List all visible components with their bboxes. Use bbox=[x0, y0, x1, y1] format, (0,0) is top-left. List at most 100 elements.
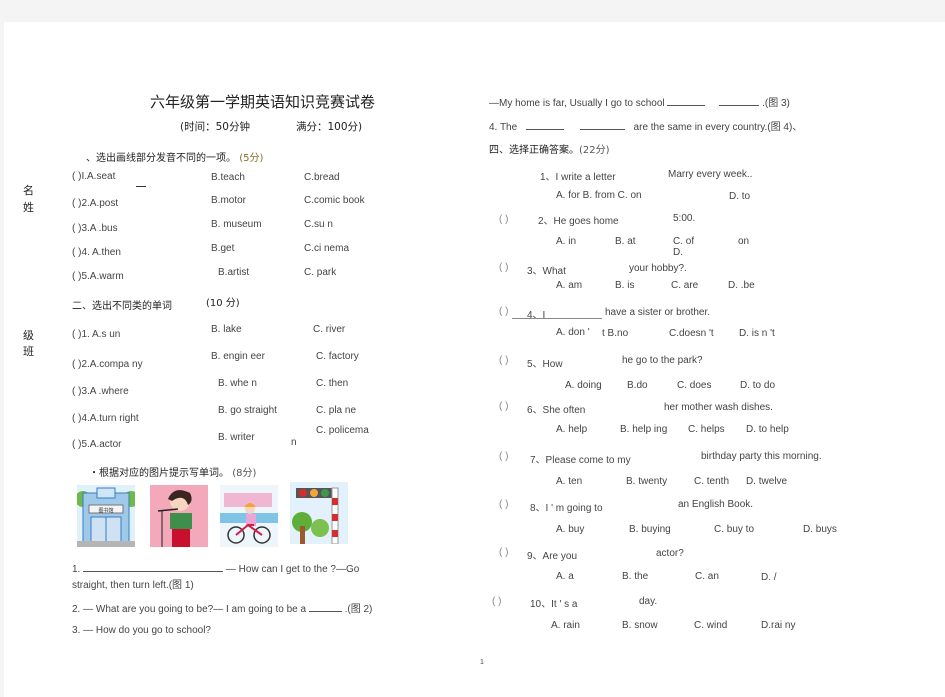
section1-points: (5分) bbox=[239, 153, 264, 164]
s4-q2-opt-d: D. bbox=[673, 247, 683, 258]
section3-header: ・根据对应的图片提示写单词。 (8分) bbox=[89, 464, 256, 479]
s4-q3-opt-a: A. am bbox=[556, 280, 583, 291]
s1-q4-c: C.ci nema bbox=[304, 243, 350, 254]
s1-q1-c: C.bread bbox=[304, 172, 340, 183]
s1-q1-b: B.teach bbox=[211, 172, 245, 183]
section3-title: ・根据对应的图片提示写单词。 bbox=[89, 468, 229, 479]
s4-q5-opt-b: B.do bbox=[627, 380, 648, 391]
s3-item1-num: 1. bbox=[72, 564, 81, 575]
s4-q4-cont: have a sister or brother. bbox=[605, 307, 711, 318]
s2-q1: ( )1. A.s un bbox=[72, 329, 121, 340]
s1-q2-c: C.comic book bbox=[304, 195, 365, 206]
picture-bike-rider bbox=[220, 485, 278, 547]
side-label-name-1: 名 bbox=[23, 184, 34, 197]
s4-q4-answer-paren[interactable]: ( ) bbox=[499, 306, 508, 317]
s4-q8-answer-paren[interactable]: ( ) bbox=[499, 499, 508, 510]
s4-q6-opt-b: B. help ing bbox=[620, 424, 668, 435]
s3-item4-blank-1[interactable] bbox=[525, 120, 564, 130]
s4-q3-opt-d: D. .be bbox=[728, 280, 755, 291]
s4-q7-opt-c: C. tenth bbox=[694, 476, 730, 487]
s3-item3-answer-line: —My home is far, Usually I go to school … bbox=[489, 94, 790, 109]
side-label-class-2: 班 bbox=[23, 345, 34, 358]
s4-q9-answer-paren[interactable]: ( ) bbox=[499, 547, 508, 558]
s2-q1-b: B. lake bbox=[211, 324, 242, 335]
s4-q2-answer-paren[interactable]: ( ) bbox=[499, 214, 508, 225]
s4-q7-answer-paren[interactable]: ( ) bbox=[499, 451, 508, 462]
s4-q5-opt-a: A. doing bbox=[565, 380, 602, 391]
s3-item3-num: 3. bbox=[72, 625, 81, 636]
s3-item2: 2. — What are you going to be?— I am goi… bbox=[72, 600, 372, 615]
s4-q3-cont: your hobby?. bbox=[629, 263, 687, 274]
s1-q3-b: B. museum bbox=[211, 219, 262, 230]
s4-q4-opt-d: D. is n 't bbox=[739, 328, 775, 339]
s4-q9: 9、Are you bbox=[527, 551, 578, 562]
s1-q5: ( )5.A.warm bbox=[72, 271, 124, 282]
s3-item4-blank-2[interactable] bbox=[580, 120, 626, 130]
s3-item4: 4. The are the same in every country.(图 … bbox=[489, 118, 802, 133]
section3-points: (8分) bbox=[232, 468, 257, 479]
s3-item3-blank-1[interactable] bbox=[667, 96, 706, 106]
s1-q3-c: C.su n bbox=[304, 219, 333, 230]
s4-q1-opt-d: D. to bbox=[729, 191, 751, 202]
s4-q6-answer-paren[interactable]: ( ) bbox=[499, 401, 508, 412]
s3-item2-blank[interactable] bbox=[308, 602, 342, 612]
s4-q2-opt-b: B. at bbox=[615, 236, 636, 247]
s4-q4-opt-b: t B.no bbox=[602, 328, 629, 339]
s4-q6-opt-a: A. help bbox=[556, 424, 588, 435]
s4-q10-cont: day. bbox=[639, 596, 658, 607]
s4-q8-opt-d: D. buys bbox=[803, 524, 837, 535]
s2-q4-b: B. go straight bbox=[218, 405, 277, 416]
s1-q1-underline bbox=[136, 186, 146, 187]
s4-q1: 1、I write a letter bbox=[540, 172, 616, 183]
s1-q5-b: B.artist bbox=[218, 267, 250, 278]
s4-q10-answer-paren[interactable]: ( ) bbox=[492, 596, 501, 607]
s4-q3: 3、What bbox=[527, 266, 566, 277]
s2-q5: ( )5.A.actor bbox=[72, 439, 122, 450]
s2-q5-c-extra: n bbox=[291, 437, 297, 448]
s4-q3-answer-paren[interactable]: ( ) bbox=[499, 262, 508, 273]
s3-item3-cont: —My home is far, Usually I go to school bbox=[489, 98, 665, 109]
s4-q4-opt-c: C.doesn 't bbox=[669, 328, 714, 339]
section4-title: 四、选择正确答案。 bbox=[489, 145, 579, 156]
s4-q10-opt-c: C. wind bbox=[694, 620, 728, 631]
s4-q2: 2、He goes home bbox=[538, 216, 619, 227]
s2-q1-c: C. river bbox=[313, 324, 346, 335]
side-label-class-1: 级 bbox=[23, 329, 34, 342]
s3-item1: 1. — How can I get to the ?—Go bbox=[72, 562, 359, 575]
s4-q2-cont: 5:00. bbox=[673, 213, 696, 224]
section2-points: (10 分) bbox=[206, 298, 240, 309]
s1-q1: ( )I.A.seat bbox=[72, 171, 116, 182]
s3-item4-num: 4. bbox=[489, 122, 498, 133]
s3-item4-text: The bbox=[499, 122, 518, 133]
s2-q2: ( )2.A.compa ny bbox=[72, 359, 143, 370]
s4-q4-blank[interactable] bbox=[512, 318, 602, 319]
s3-item1-text: — How can I get to the ?—Go bbox=[225, 564, 360, 575]
s4-q6-opt-d: D. to help bbox=[746, 424, 789, 435]
section2-title: 二、选出不同类的单词 bbox=[72, 301, 172, 312]
s4-q7-opt-b: B. twenty bbox=[626, 476, 668, 487]
s3-item3-blank-2[interactable] bbox=[719, 96, 760, 106]
s2-q2-b: B. engin eer bbox=[211, 351, 265, 362]
library-sign: 图书馆 bbox=[98, 507, 113, 514]
s3-item3-text: — How do you go to school? bbox=[83, 625, 211, 636]
s4-q3-opt-c: C. are bbox=[671, 280, 699, 291]
s4-q2-opt-d-text: on bbox=[738, 236, 750, 247]
s4-q9-opt-b: B. the bbox=[622, 571, 649, 582]
s3-item1-blank[interactable] bbox=[83, 562, 224, 572]
s4-q2-opt-a: A. in bbox=[556, 236, 577, 247]
s4-q8-cont: an English Book. bbox=[678, 499, 754, 510]
s1-q4-b: B.get bbox=[211, 243, 235, 254]
s1-q4: ( )4. A.then bbox=[72, 247, 121, 258]
page-number: 1 bbox=[480, 659, 484, 666]
exam-page: 六年级第一学期英语知识竞赛试卷 (时间：50分钟 满分：100分) 名 姓 级 … bbox=[4, 22, 945, 697]
exam-full-score: 满分：100分) bbox=[296, 121, 363, 133]
s4-q8: 8、I ' m going to bbox=[530, 503, 603, 514]
s3-item4-tail: are the same in every country.(图 4)、 bbox=[633, 122, 803, 133]
s4-q5-opt-c: C. does bbox=[677, 380, 712, 391]
s4-q10-opt-a: A. rain bbox=[551, 620, 580, 631]
s2-q5-c: C. policema bbox=[316, 425, 369, 436]
s2-q3-c: C. then bbox=[316, 378, 349, 389]
side-label-name-2: 姓 bbox=[23, 201, 34, 214]
s4-q10-opt-d: D.rai ny bbox=[761, 620, 796, 631]
s4-q5-answer-paren[interactable]: ( ) bbox=[499, 355, 508, 366]
